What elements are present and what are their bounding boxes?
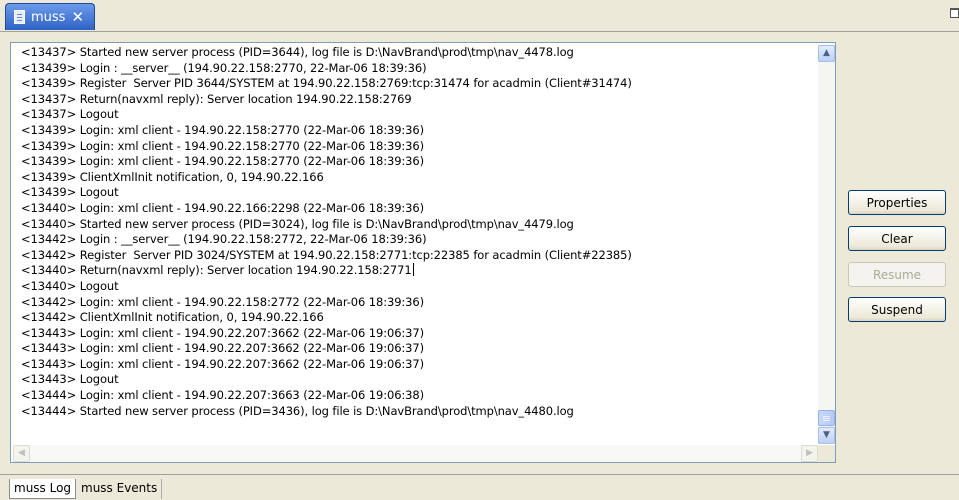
log-line: <13439> Login: xml client - 194.90.22.15… [21,138,425,153]
horizontal-scrollbar[interactable]: ◀ ▶ [13,445,818,462]
log-line: <13440> Logout [21,278,119,293]
document-icon [14,10,25,24]
log-line: <13437> Return(navxml reply): Server loc… [21,91,412,106]
log-line: <13439> Logout [21,185,119,200]
scroll-down-button[interactable]: ▼ [818,427,835,444]
log-line: <13440> Return(navxml reply): Server loc… [21,263,414,278]
log-line: <13437> Started new server process (PID=… [21,45,574,59]
properties-button[interactable]: Properties [848,190,946,215]
tab-muss-events[interactable]: muss Events [77,479,163,499]
editor-tab-bar: muss ✕ [0,0,959,32]
tab-muss-log[interactable]: muss Log [9,479,77,499]
vertical-scroll-thumb[interactable] [818,410,835,426]
log-line: <13439> Login: xml client - 194.90.22.15… [21,122,425,137]
vertical-scrollbar[interactable]: ▲ ▼ [818,45,835,444]
log-line: <13443> Login: xml client - 194.90.22.20… [21,325,425,340]
log-line: <13442> Register Server PID 3024/SYSTEM … [21,247,632,262]
log-line: <13439> Login: xml client - 194.90.22.15… [21,154,425,169]
resume-button: Resume [848,262,946,287]
log-line: <13444> Login: xml client - 194.90.22.20… [21,388,425,403]
log-line: <13439> Login : __server__ (194.90.22.15… [21,60,427,75]
tab-muss-label: muss [31,9,66,25]
log-line: <13443> Logout [21,372,119,387]
log-line: <13442> Login: xml client - 194.90.22.15… [21,294,425,309]
log-line: <13437> Logout [21,107,119,122]
log-text-content[interactable]: <13437> Started new server process (PID=… [21,45,811,445]
log-line: <13439> Register Server PID 3644/SYSTEM … [21,76,632,91]
log-line: <13442> Login : __server__ (194.90.22.15… [21,232,427,247]
log-line: <13440> Login: xml client - 194.90.22.16… [21,200,425,215]
log-line: <13443> Login: xml client - 194.90.22.20… [21,341,425,356]
log-line: <13442> ClientXmlInit notification, 0, 1… [21,310,324,325]
log-line: <13440> Started new server process (PID=… [21,216,574,231]
scroll-right-button[interactable]: ▶ [801,445,818,462]
tab-muss[interactable]: muss ✕ [5,3,95,30]
log-textarea[interactable]: <13437> Started new server process (PID=… [10,42,836,463]
scroll-up-button[interactable]: ▲ [818,45,835,62]
text-caret [412,263,414,277]
log-line: <13443> Login: xml client - 194.90.22.20… [21,356,425,371]
log-line: <13444> Started new server process (PID=… [21,403,574,418]
close-icon[interactable]: ✕ [71,9,84,25]
clear-button[interactable]: Clear [848,226,946,251]
suspend-button[interactable]: Suspend [848,297,946,322]
scroll-left-button[interactable]: ◀ [13,445,30,462]
scrollbar-corner [818,445,835,462]
maximize-icon[interactable] [950,8,959,18]
bottom-tab-bar: muss Log muss Events [0,474,959,500]
log-line: <13439> ClientXmlInit notification, 0, 1… [21,169,324,184]
